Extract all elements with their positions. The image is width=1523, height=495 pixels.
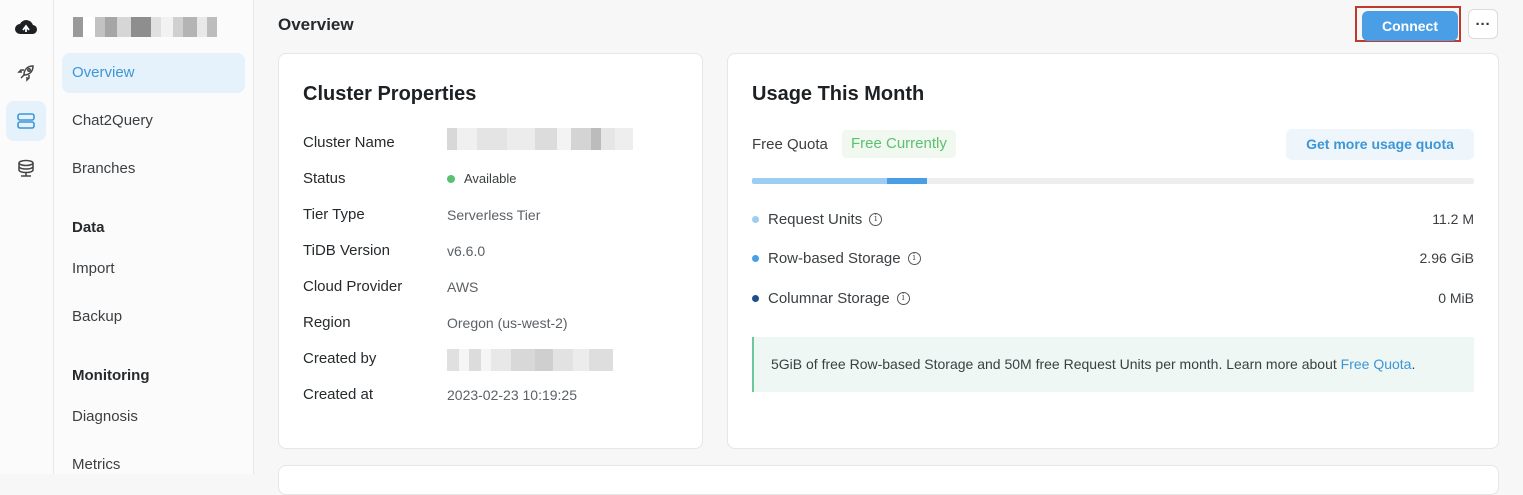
request-units-value: 11.2 M bbox=[1432, 211, 1474, 227]
tier-value: Serverless Tier bbox=[447, 207, 541, 223]
created-by-redacted bbox=[447, 349, 613, 371]
free-quota-link[interactable]: Free Quota bbox=[1341, 356, 1412, 372]
get-more-quota-button[interactable]: Get more usage quota bbox=[1286, 129, 1474, 160]
free-currently-badge: Free Currently bbox=[842, 130, 956, 158]
connect-button[interactable]: Connect bbox=[1362, 11, 1458, 41]
lower-card bbox=[278, 465, 1499, 495]
usage-row-row-storage: Row-based Storage i 2.96 GiB bbox=[752, 250, 1474, 270]
nav-item-backup[interactable]: Backup bbox=[62, 297, 245, 337]
cluster-name-label: Cluster Name bbox=[303, 134, 395, 151]
provider-value: AWS bbox=[447, 279, 479, 295]
created-at-label: Created at bbox=[303, 386, 374, 403]
project-name-redacted bbox=[73, 17, 227, 37]
provider-label: Cloud Provider bbox=[303, 278, 403, 295]
row-storage-label: Row-based Storage bbox=[768, 250, 901, 267]
nav-item-chat2query[interactable]: Chat2Query bbox=[62, 101, 245, 141]
connect-highlight: Connect bbox=[1355, 6, 1461, 42]
progress-row-storage bbox=[887, 178, 927, 184]
nav-item-branches[interactable]: Branches bbox=[62, 149, 245, 189]
status-value: Available bbox=[447, 171, 517, 186]
nav-section-monitoring: Monitoring bbox=[72, 367, 150, 384]
created-by-label: Created by bbox=[303, 350, 377, 367]
usage-row-columnar-storage: Columnar Storage i 0 MiB bbox=[752, 290, 1474, 310]
info-icon[interactable]: i bbox=[896, 291, 910, 305]
more-options-button[interactable]: ··· bbox=[1468, 9, 1498, 39]
status-dot bbox=[447, 174, 455, 183]
info-icon[interactable]: i bbox=[869, 212, 883, 226]
usage-card: Usage This Month Free Quota Free Current… bbox=[727, 53, 1499, 449]
cluster-properties-title: Cluster Properties bbox=[303, 83, 477, 105]
nav-item-import[interactable]: Import bbox=[62, 249, 245, 289]
cluster-name-redacted bbox=[447, 128, 633, 150]
cloud-logo-icon[interactable] bbox=[6, 6, 46, 46]
row-storage-dot bbox=[752, 254, 759, 262]
usage-title: Usage This Month bbox=[752, 83, 925, 105]
nav-sidebar: Overview Chat2Query Branches Data Import… bbox=[54, 0, 254, 474]
notice-text: 5GiB of free Row-based Storage and 50M f… bbox=[771, 356, 1341, 372]
version-value: v6.6.0 bbox=[447, 243, 486, 259]
row-storage-value: 2.96 GiB bbox=[1419, 250, 1474, 266]
progress-request-units bbox=[752, 178, 887, 184]
usage-row-request-units: Request Units i 11.2 M bbox=[752, 211, 1474, 231]
status-label: Status bbox=[303, 170, 346, 187]
request-units-dot bbox=[752, 215, 759, 223]
region-value: Oregon (us-west-2) bbox=[447, 315, 568, 331]
created-at-value: 2023-02-23 10:19:25 bbox=[447, 387, 577, 403]
notice-end: . bbox=[1411, 356, 1416, 372]
rocket-icon[interactable] bbox=[6, 53, 46, 93]
cluster-icon[interactable] bbox=[6, 101, 46, 141]
free-quota-notice: 5GiB of free Row-based Storage and 50M f… bbox=[752, 337, 1474, 392]
tier-label: Tier Type bbox=[303, 206, 365, 223]
cluster-properties-card: Cluster Properties Cluster Name Status A… bbox=[278, 53, 703, 449]
status-text: Available bbox=[464, 171, 517, 186]
nav-item-overview[interactable]: Overview bbox=[62, 53, 245, 93]
info-icon[interactable]: i bbox=[907, 251, 921, 265]
version-label: TiDB Version bbox=[303, 242, 390, 259]
icon-rail bbox=[0, 0, 54, 474]
nav-section-data: Data bbox=[72, 219, 105, 236]
usage-progress-bar bbox=[752, 178, 1474, 184]
columnar-storage-label: Columnar Storage bbox=[768, 290, 890, 307]
region-label: Region bbox=[303, 314, 351, 331]
free-quota-label: Free Quota bbox=[752, 136, 828, 153]
nav-item-diagnosis[interactable]: Diagnosis bbox=[62, 397, 245, 437]
nav-item-metrics[interactable]: Metrics bbox=[62, 445, 245, 485]
database-icon[interactable] bbox=[6, 149, 46, 189]
columnar-storage-dot bbox=[752, 294, 759, 302]
columnar-storage-value: 0 MiB bbox=[1438, 290, 1474, 306]
request-units-label: Request Units bbox=[768, 211, 863, 228]
page-title: Overview bbox=[278, 15, 354, 34]
